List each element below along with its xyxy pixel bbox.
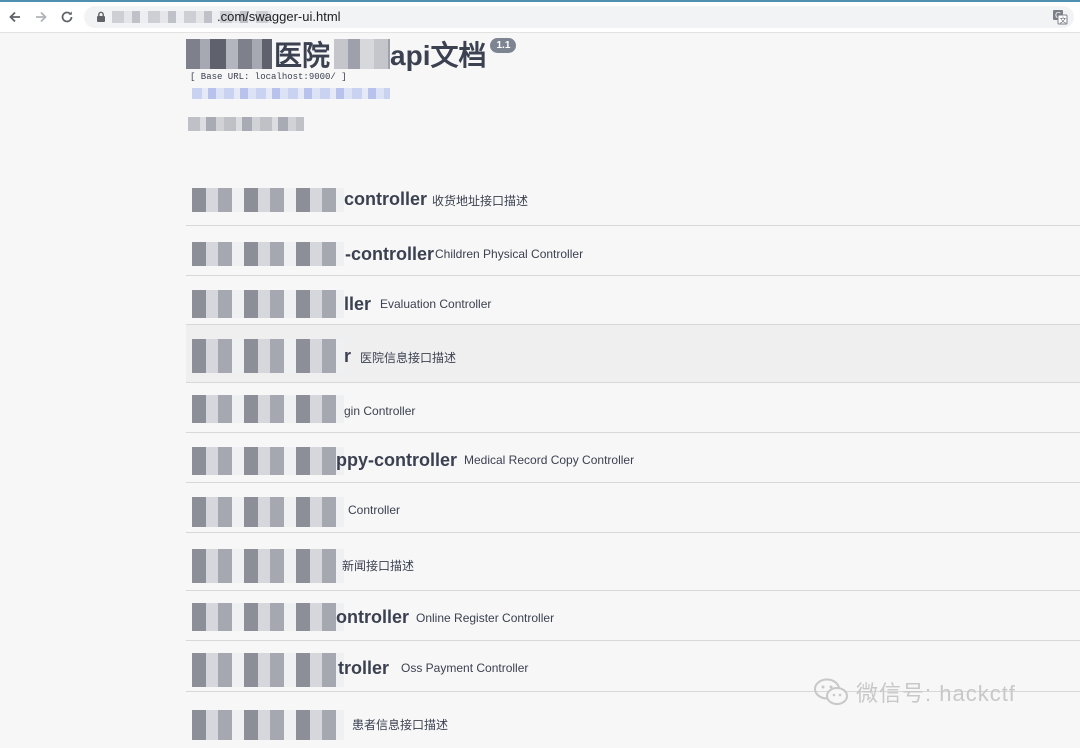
controller-name-redacted [192,447,344,475]
controller-name: ller [344,294,372,314]
controller-description: Oss Payment Controller [401,661,529,675]
forward-button[interactable] [30,6,52,28]
url-text: .com/swagger-ui.html [217,9,341,24]
watermark-text: 微信号: hackctf [856,681,1016,706]
controller-section[interactable]: Controller [186,483,1080,533]
controller-list: controller 收货地址接口描述 -controller Children… [186,173,1080,748]
controller-description: Medical Record Copy Controller [464,453,635,467]
controller-description: 患者信息接口描述 [352,718,449,732]
translate-icon[interactable]: G文 [1052,9,1068,25]
wechat-icon [814,678,848,705]
controller-name-redacted [192,339,344,373]
controller-name-redacted [192,497,344,527]
controller-description: 新闻接口描述 [342,559,415,573]
controller-description: Controller [348,503,401,517]
title-part-hospital: 医院 [274,40,331,71]
wechat-watermark: 微信号: hackctf [812,676,1016,708]
controller-name: -controller [345,244,435,264]
version-badge: 1.1 [490,37,517,53]
controller-name-redacted [192,603,344,631]
browser-toolbar: .com/swagger-ui.html G文 [0,2,1080,33]
controller-section[interactable]: ppy-controller Medical Record Copy Contr… [186,433,1080,483]
controller-section[interactable]: r 医院信息接口描述 [186,325,1080,383]
controller-description: 医院信息接口描述 [360,351,457,365]
controller-name: r [344,346,352,366]
controller-section[interactable]: 新闻接口描述 [186,533,1080,591]
controller-name: ontroller [336,607,410,627]
controller-description: 收货地址接口描述 [432,194,529,208]
controller-name-redacted [192,653,344,687]
title-redacted-prefix [186,39,272,69]
controller-name-redacted [192,710,344,740]
controller-name: controller [344,189,428,209]
controller-name-redacted [192,395,344,423]
controller-name-redacted [192,242,344,266]
address-bar[interactable]: .com/swagger-ui.html G文 [84,6,1074,28]
reload-icon [61,11,73,23]
api-docs-link-redacted[interactable] [192,88,390,99]
controller-section[interactable]: ller Evaluation Controller [186,276,1080,325]
controller-name: troller [338,658,390,678]
title-part-api-docs: api文档 [390,40,487,71]
page-title: 医院 api文档 1.1 [186,36,517,72]
controller-section[interactable]: ontroller Online Register Controller [186,591,1080,641]
controller-name-redacted [192,549,344,583]
controller-name: ppy-controller [336,450,458,470]
base-url: [ Base URL: localhost:9000/ ] [190,72,347,82]
controller-section[interactable]: -controller Children Physical Controller [186,226,1080,276]
lock-icon [97,11,105,22]
reload-button[interactable] [56,6,78,28]
forward-arrow-icon [36,11,47,23]
controller-description: Online Register Controller [416,611,555,625]
back-arrow-icon [9,11,20,23]
controller-description: Evaluation Controller [380,297,492,311]
controller-name-redacted [192,290,344,318]
controller-section[interactable]: gin Controller [186,383,1080,433]
title-redacted-middle [334,39,391,69]
controller-description: gin Controller [344,404,416,418]
back-button[interactable] [4,6,26,28]
svg-text:文: 文 [1060,16,1067,25]
controller-description: Children Physical Controller [435,247,584,261]
controller-name-redacted [192,188,344,212]
controller-section[interactable]: controller 收货地址接口描述 [186,173,1080,226]
description-redacted [188,117,304,131]
